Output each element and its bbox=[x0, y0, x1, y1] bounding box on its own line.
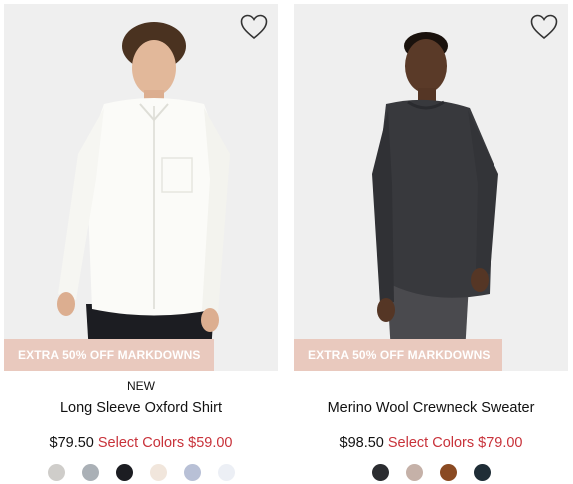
color-swatch[interactable] bbox=[115, 464, 133, 481]
color-swatch[interactable] bbox=[47, 464, 65, 481]
heart-outline-icon bbox=[240, 14, 268, 40]
product-card[interactable]: EXTRA 50% OFF MARKDOWNS NEW Long Sleeve … bbox=[4, 4, 278, 481]
product-price: $98.50 Select Colors $79.00 bbox=[294, 434, 568, 452]
color-swatches bbox=[4, 464, 278, 481]
product-tag: NEW bbox=[127, 379, 155, 393]
product-photo-oxford-shirt bbox=[4, 4, 278, 371]
color-swatch[interactable] bbox=[473, 464, 491, 481]
color-swatch[interactable] bbox=[217, 464, 235, 481]
wishlist-button[interactable] bbox=[240, 14, 268, 40]
color-swatch[interactable] bbox=[439, 464, 457, 481]
product-image[interactable]: EXTRA 50% OFF MARKDOWNS bbox=[294, 4, 568, 371]
promo-badge: EXTRA 50% OFF MARKDOWNS bbox=[4, 339, 214, 371]
product-title[interactable]: Merino Wool Crewneck Sweater bbox=[294, 399, 568, 417]
color-swatch[interactable] bbox=[183, 464, 201, 481]
product-card[interactable]: EXTRA 50% OFF MARKDOWNS Merino Wool Crew… bbox=[294, 4, 568, 481]
wishlist-button[interactable] bbox=[530, 14, 558, 40]
regular-price: $79.50 bbox=[49, 435, 94, 451]
product-photo-merino-sweater bbox=[294, 4, 568, 371]
color-swatches bbox=[294, 464, 568, 481]
regular-price: $98.50 bbox=[339, 435, 384, 451]
product-title[interactable]: Long Sleeve Oxford Shirt bbox=[4, 399, 278, 417]
color-swatch[interactable] bbox=[149, 464, 167, 481]
color-swatch[interactable] bbox=[371, 464, 389, 481]
color-swatch[interactable] bbox=[405, 464, 423, 481]
product-price: $79.50 Select Colors $59.00 bbox=[4, 434, 278, 452]
promo-badge: EXTRA 50% OFF MARKDOWNS bbox=[294, 339, 502, 371]
sale-price: Select Colors $59.00 bbox=[97, 435, 233, 451]
sale-price: Select Colors $79.00 bbox=[387, 435, 523, 451]
heart-outline-icon bbox=[530, 14, 558, 40]
color-swatch[interactable] bbox=[81, 464, 99, 481]
product-image[interactable]: EXTRA 50% OFF MARKDOWNS bbox=[4, 4, 278, 371]
